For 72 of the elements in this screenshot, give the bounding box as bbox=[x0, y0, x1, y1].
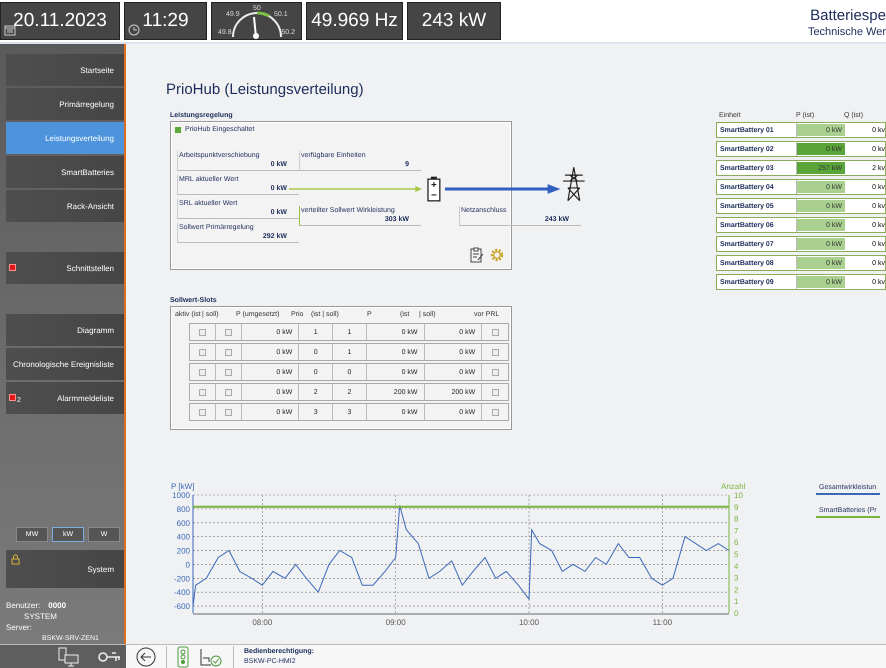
x-tick-label: 11:00 bbox=[652, 618, 672, 627]
nav-item[interactable]: Diagramm bbox=[6, 314, 124, 346]
y-tick-label: 200 bbox=[176, 546, 190, 556]
user-name: SYSTEM bbox=[23, 611, 58, 622]
y-tick-label: 1000 bbox=[172, 491, 190, 500]
checkbox[interactable] bbox=[224, 348, 232, 356]
y-tick-label: 2 bbox=[734, 585, 738, 594]
y-tick-label: 1 bbox=[734, 597, 738, 606]
settings-icon[interactable] bbox=[489, 247, 505, 263]
y-tick-label: 7 bbox=[734, 526, 738, 536]
checkbox[interactable] bbox=[492, 368, 499, 376]
nav-item[interactable]: Primärregelung bbox=[6, 88, 124, 120]
clock-icon bbox=[128, 24, 140, 36]
computer-network-icon[interactable] bbox=[58, 646, 80, 666]
checkbox[interactable] bbox=[198, 388, 206, 396]
frequency-value: 49.969 Hz bbox=[311, 10, 398, 32]
checkbox[interactable] bbox=[492, 328, 499, 336]
checkbox[interactable] bbox=[198, 328, 206, 336]
nav-item[interactable]: SmartBatteries bbox=[6, 156, 124, 188]
server-label: Server: bbox=[6, 622, 33, 633]
y-tick-label: 4 bbox=[734, 562, 738, 571]
y-tick-label: 6 bbox=[734, 538, 738, 548]
page-title: PrioHub (Leistungsverteilung) bbox=[166, 81, 365, 98]
y-tick-label: -400 bbox=[174, 588, 190, 598]
app-title: Batteriespe bbox=[809, 7, 886, 24]
user-id: 0000 bbox=[48, 600, 66, 611]
checkbox[interactable] bbox=[492, 348, 499, 356]
y-tick-label: 0 bbox=[186, 560, 190, 570]
back-icon[interactable] bbox=[136, 646, 156, 666]
checkbox[interactable] bbox=[198, 408, 206, 416]
y-tick-label: 9 bbox=[734, 502, 738, 512]
arrow-icon bbox=[289, 185, 424, 193]
nav-item[interactable]: Rack-Ansicht bbox=[6, 190, 124, 222]
checkbox[interactable] bbox=[224, 408, 232, 416]
date-value: 20.11.2023 bbox=[13, 10, 107, 32]
nav-item[interactable]: Schnittstellen bbox=[6, 252, 124, 284]
user-check-icon[interactable] bbox=[199, 646, 223, 666]
battery-icon bbox=[427, 176, 441, 202]
y-tick-label: 400 bbox=[176, 532, 190, 542]
checkbox[interactable] bbox=[224, 368, 232, 376]
y-axis-title: Anzahl bbox=[721, 482, 746, 491]
checkbox[interactable] bbox=[492, 408, 499, 416]
nav-item[interactable]: Chronologische Ereignisliste bbox=[6, 348, 124, 380]
y-tick-label: -600 bbox=[174, 602, 190, 612]
x-tick-label: 09:00 bbox=[386, 618, 406, 627]
key-icon[interactable] bbox=[98, 650, 122, 664]
y-tick-label: 0 bbox=[734, 609, 738, 618]
traffic-light-icon[interactable] bbox=[177, 646, 189, 668]
checkbox[interactable] bbox=[198, 348, 206, 356]
power-value: 243 kW bbox=[422, 10, 486, 32]
time-value: 11:29 bbox=[142, 10, 189, 32]
checkbox[interactable] bbox=[224, 388, 232, 396]
y-tick-label: 3 bbox=[734, 574, 738, 583]
x-tick-label: 08:00 bbox=[252, 618, 272, 627]
y-tick-label: -200 bbox=[174, 574, 190, 584]
x-tick-label: 10:00 bbox=[518, 618, 540, 627]
checkbox[interactable] bbox=[492, 388, 499, 396]
arrow-icon bbox=[444, 184, 562, 194]
clipboard-icon[interactable] bbox=[470, 247, 484, 263]
y-tick-label: 600 bbox=[176, 518, 190, 528]
user-label: Benutzer: bbox=[6, 600, 40, 611]
y-tick-label: 800 bbox=[176, 504, 190, 514]
nav-item[interactable]: Startseite bbox=[6, 54, 124, 86]
y-tick-label: 5 bbox=[734, 550, 738, 559]
checkbox[interactable] bbox=[224, 328, 232, 336]
checkbox[interactable] bbox=[198, 368, 206, 376]
app-subtitle: Technische Wer bbox=[808, 26, 886, 38]
system-button[interactable]: System bbox=[6, 550, 124, 588]
calendar-icon bbox=[4, 24, 16, 36]
y-tick-label: 8 bbox=[734, 514, 738, 524]
y-tick-label: 10 bbox=[734, 491, 743, 500]
y-axis-title: P [kW] bbox=[171, 482, 194, 491]
